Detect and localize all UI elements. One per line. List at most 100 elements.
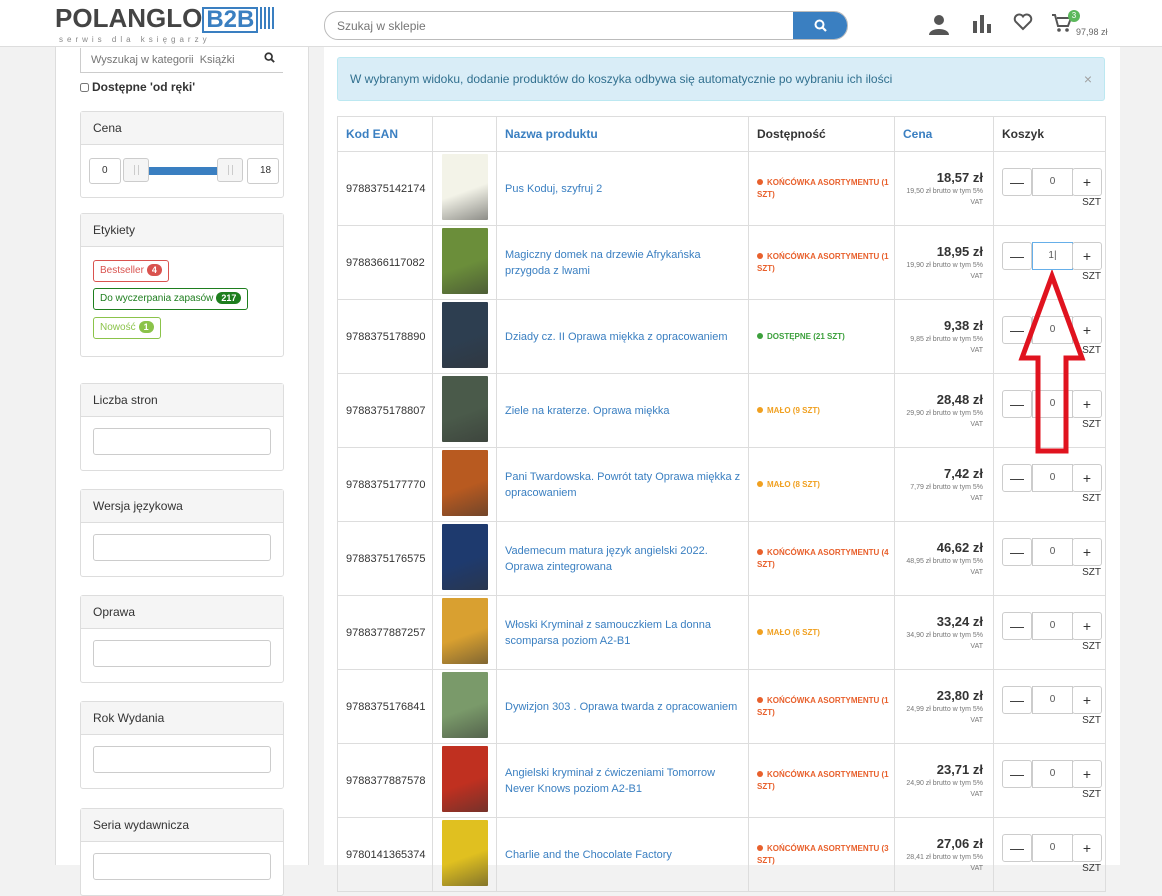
shop-search-input[interactable] bbox=[335, 12, 789, 39]
category-search-input[interactable] bbox=[89, 48, 268, 72]
product-cover[interactable] bbox=[432, 743, 497, 818]
wishlist-button[interactable] bbox=[1013, 13, 1033, 37]
filter-year-input[interactable] bbox=[93, 746, 271, 773]
quantity-stepper: — 0 + bbox=[1002, 760, 1104, 788]
decrease-qty-button[interactable]: — bbox=[1002, 538, 1032, 566]
logo-stripes-icon bbox=[260, 7, 275, 29]
product-name-link[interactable]: Ziele na kraterze. Oprawa miękka bbox=[496, 373, 749, 448]
product-name-link[interactable]: Vademecum matura język angielski 2022. O… bbox=[496, 521, 749, 596]
product-ean: 9788377887257 bbox=[337, 595, 433, 670]
product-ean: 9788375178807 bbox=[337, 373, 433, 448]
filter-language-input[interactable] bbox=[93, 534, 271, 561]
increase-qty-button[interactable]: + bbox=[1072, 242, 1102, 270]
product-cover[interactable] bbox=[432, 447, 497, 522]
stats-button[interactable] bbox=[972, 13, 992, 39]
product-name-link[interactable]: Charlie and the Chocolate Factory bbox=[496, 817, 749, 892]
search-icon[interactable] bbox=[264, 52, 275, 66]
search-button[interactable] bbox=[793, 12, 847, 39]
increase-qty-button[interactable]: + bbox=[1072, 834, 1102, 862]
availability-dot-icon bbox=[757, 628, 763, 635]
cart-count-badge: 3 bbox=[1068, 10, 1080, 22]
quantity-input[interactable]: 0 bbox=[1032, 834, 1073, 862]
book-cover-image[interactable] bbox=[441, 746, 488, 812]
book-cover-image[interactable] bbox=[441, 450, 488, 516]
product-price: 18,57 zł 19,50 zł brutto w tym 5% VAT bbox=[894, 151, 994, 226]
quantity-input[interactable]: 0 bbox=[1032, 464, 1073, 492]
book-cover-image[interactable] bbox=[441, 672, 488, 738]
account-button[interactable] bbox=[928, 13, 950, 41]
shop-search bbox=[324, 11, 848, 40]
quantity-input[interactable]: 0 bbox=[1032, 686, 1073, 714]
quantity-input[interactable]: 1| bbox=[1032, 242, 1073, 270]
product-cover[interactable] bbox=[432, 669, 497, 744]
quantity-stepper: — 0 + bbox=[1002, 612, 1104, 640]
book-cover-image[interactable] bbox=[441, 524, 488, 590]
product-name-link[interactable]: Magiczny domek na drzewie Afrykańska prz… bbox=[496, 225, 749, 300]
decrease-qty-button[interactable]: — bbox=[1002, 834, 1032, 862]
book-cover-image[interactable] bbox=[441, 598, 488, 664]
quantity-input[interactable]: 0 bbox=[1032, 612, 1073, 640]
product-cover[interactable] bbox=[432, 151, 497, 226]
quantity-input[interactable]: 0 bbox=[1032, 538, 1073, 566]
product-cover[interactable] bbox=[432, 595, 497, 670]
book-cover-image[interactable] bbox=[441, 228, 488, 294]
annotation-arrow-icon bbox=[1018, 270, 1086, 454]
decrease-qty-button[interactable]: — bbox=[1002, 760, 1032, 788]
decrease-qty-button[interactable]: — bbox=[1002, 464, 1032, 492]
product-cover[interactable] bbox=[432, 817, 497, 892]
increase-qty-button[interactable]: + bbox=[1072, 464, 1102, 492]
product-name-link[interactable]: Dziady cz. II Oprawa miękka z opracowani… bbox=[496, 299, 749, 374]
col-ean[interactable]: Kod EAN bbox=[337, 116, 433, 152]
filter-series-input[interactable] bbox=[93, 853, 271, 880]
tag-clearance[interactable]: Do wyczerpania zapasów 217 bbox=[93, 288, 249, 310]
product-cover[interactable] bbox=[432, 373, 497, 448]
tag-new[interactable]: Nowość 1 bbox=[93, 317, 161, 339]
product-cover[interactable] bbox=[432, 299, 497, 374]
increase-qty-button[interactable]: + bbox=[1072, 612, 1102, 640]
decrease-qty-button[interactable]: — bbox=[1002, 168, 1032, 196]
product-name-link[interactable]: Dywizjon 303 . Oprawa twarda z opracowan… bbox=[496, 669, 749, 744]
availability-text: KOŃCÓWKA ASORTYMENTU (3 SZT) bbox=[757, 843, 889, 865]
product-ean: 9788375177770 bbox=[337, 447, 433, 522]
available-checkbox[interactable] bbox=[80, 83, 89, 92]
availability-text: KOŃCÓWKA ASORTYMENTU (1 SZT) bbox=[757, 695, 889, 717]
quantity-cell: — 0 + SZT bbox=[993, 817, 1106, 892]
product-name-link[interactable]: Pus Koduj, szyfruj 2 bbox=[496, 151, 749, 226]
product-cover[interactable] bbox=[432, 521, 497, 596]
available-filter[interactable]: Dostępne 'od ręki' bbox=[80, 80, 195, 94]
user-icon bbox=[929, 15, 949, 35]
decrease-qty-button[interactable]: — bbox=[1002, 612, 1032, 640]
product-name-link[interactable]: Angielski kryminał z ćwiczeniami Tomorro… bbox=[496, 743, 749, 818]
book-cover-image[interactable] bbox=[441, 820, 488, 886]
book-cover-image[interactable] bbox=[441, 376, 488, 442]
price-slider-max-handle[interactable] bbox=[217, 158, 243, 182]
increase-qty-button[interactable]: + bbox=[1072, 686, 1102, 714]
filter-pages-input[interactable] bbox=[93, 428, 271, 455]
polanglo-logo[interactable]: POLANGLO B2B serwis dla księgarzy bbox=[55, 4, 275, 44]
product-name-link[interactable]: Pani Twardowska. Powrót taty Oprawa mięk… bbox=[496, 447, 749, 522]
increase-qty-button[interactable]: + bbox=[1072, 538, 1102, 566]
availability-dot-icon bbox=[757, 332, 763, 339]
quantity-input[interactable]: 0 bbox=[1032, 760, 1073, 788]
book-cover-image[interactable] bbox=[441, 302, 488, 368]
increase-qty-button[interactable]: + bbox=[1072, 760, 1102, 788]
price-max-input[interactable]: 18 bbox=[247, 158, 279, 184]
tag-count: 4 bbox=[146, 264, 162, 276]
col-price[interactable]: Cena bbox=[894, 116, 994, 152]
price-min-input[interactable]: 0 bbox=[89, 158, 121, 184]
price-slider-min-handle[interactable] bbox=[123, 158, 149, 182]
col-name[interactable]: Nazwa produktu bbox=[496, 116, 749, 152]
available-label: Dostępne 'od ręki' bbox=[92, 80, 196, 94]
decrease-qty-button[interactable]: — bbox=[1002, 242, 1032, 270]
close-icon[interactable]: × bbox=[1084, 58, 1092, 100]
filter-binding-input[interactable] bbox=[93, 640, 271, 667]
decrease-qty-button[interactable]: — bbox=[1002, 686, 1032, 714]
increase-qty-button[interactable]: + bbox=[1072, 168, 1102, 196]
quantity-input[interactable]: 0 bbox=[1032, 168, 1073, 196]
product-cover[interactable] bbox=[432, 225, 497, 300]
product-name-link[interactable]: Włoski Kryminał z samouczkiem La donna s… bbox=[496, 595, 749, 670]
filters-sidebar: Dostępne 'od ręki' Cena 0 18 Etykiety Be… bbox=[55, 47, 309, 896]
book-cover-image[interactable] bbox=[441, 154, 488, 220]
tag-bestseller[interactable]: Bestseller 4 bbox=[93, 260, 169, 282]
product-availability: DOSTĘPNE (21 SZT) bbox=[748, 299, 895, 374]
